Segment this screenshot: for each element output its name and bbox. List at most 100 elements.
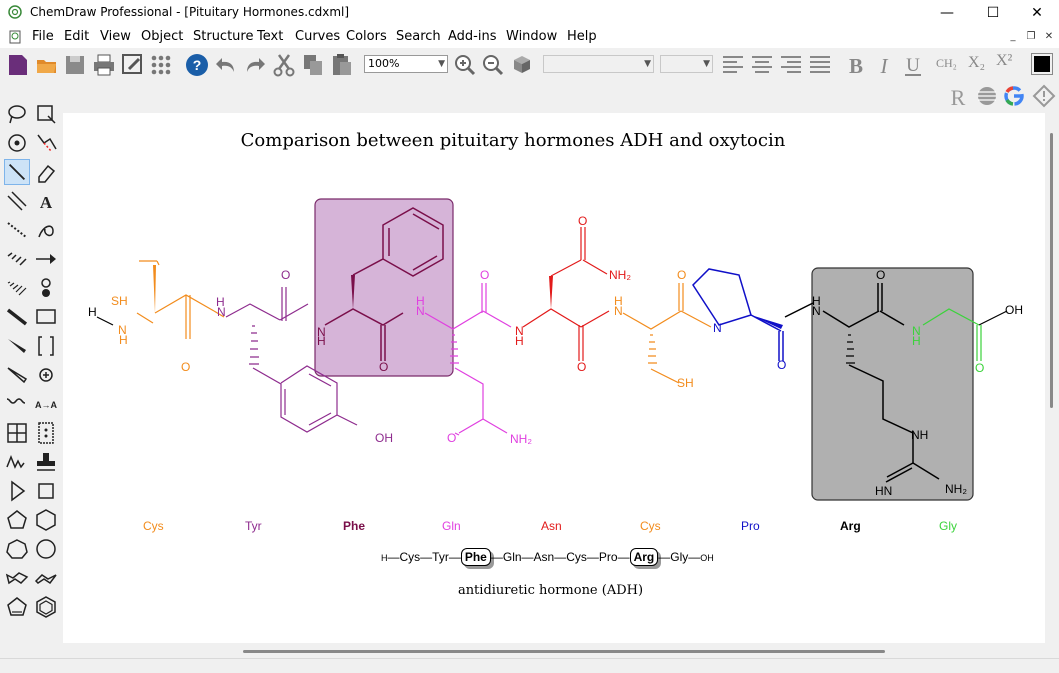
menu-view[interactable]: View [100, 29, 131, 44]
horizontal-scrollbar[interactable] [63, 643, 1045, 658]
templates-grid-icon[interactable] [148, 52, 174, 78]
bold-icon[interactable]: B [843, 52, 869, 78]
align-center-icon[interactable] [749, 52, 775, 78]
hashed-bond-icon[interactable] [4, 246, 30, 272]
eraser-icon[interactable] [33, 159, 59, 185]
heptagon-ring-icon[interactable] [4, 536, 30, 562]
arrow-tool-icon[interactable] [33, 246, 59, 272]
arg-highlight-box[interactable] [811, 267, 974, 501]
cut-icon[interactable] [271, 52, 297, 78]
cyclopentadiene-icon[interactable] [4, 594, 30, 620]
solid-bond-icon[interactable] [4, 159, 30, 185]
italic-icon[interactable]: I [871, 52, 897, 78]
pentagon-ring-icon[interactable] [4, 507, 30, 533]
pen-tool-icon[interactable] [33, 217, 59, 243]
menu-search[interactable]: Search [396, 29, 441, 44]
bold-bond-icon[interactable] [4, 304, 30, 330]
open-folder-icon[interactable] [34, 52, 60, 78]
menu-text[interactable]: Text [257, 29, 283, 44]
adh-structure[interactable]: SH H N H O H N O OH N H O H N O O NH₂ N … [63, 113, 1045, 513]
scifinder-icon[interactable] [975, 84, 999, 108]
mdi-close-button[interactable]: ✕ [1042, 30, 1056, 44]
menu-window[interactable]: Window [506, 29, 557, 44]
menu-add-ins[interactable]: Add-ins [448, 29, 496, 44]
chain-tool-icon[interactable] [33, 130, 59, 156]
sequence-line[interactable]: H—Cys—Tyr— Phe —Gln—Asn—Cys—Pro— Arg —Gly—OH [381, 548, 714, 566]
wavy-bond-icon[interactable] [4, 391, 30, 417]
font-combo[interactable]: ▼ [543, 55, 654, 73]
formula-style-button[interactable]: CH₂ [936, 56, 957, 71]
text-tool-icon[interactable]: A [33, 188, 59, 214]
menu-help[interactable]: Help [567, 29, 597, 44]
square-ring-icon[interactable] [33, 478, 59, 504]
chemical-symbols-icon[interactable] [33, 362, 59, 388]
drawing-elements-icon[interactable] [33, 304, 59, 330]
superscript-button[interactable]: X² [996, 52, 1012, 70]
save-icon[interactable] [62, 52, 88, 78]
drawing-canvas[interactable]: Comparison between pituitary hormones AD… [63, 113, 1045, 643]
structure-perspective-icon[interactable] [4, 130, 30, 156]
vertical-scrollbar[interactable] [1045, 113, 1059, 643]
edit-document-icon[interactable] [120, 52, 146, 78]
cyclohexane-chair-icon[interactable] [4, 565, 30, 591]
cys6-residue[interactable] [622, 283, 712, 384]
residue-label-cys6[interactable]: Cys [640, 519, 661, 533]
residue-label-gln[interactable]: Gln [442, 519, 461, 533]
octagon-ring-icon[interactable] [33, 536, 59, 562]
residue-label-pro[interactable]: Pro [741, 519, 760, 533]
color-swatch-button[interactable] [1031, 53, 1053, 75]
justify-icon[interactable] [807, 52, 833, 78]
benzene-ring-icon[interactable] [33, 594, 59, 620]
subscript-button[interactable]: X₂ [968, 54, 985, 72]
align-right-icon[interactable] [778, 52, 804, 78]
align-left-icon[interactable] [720, 52, 746, 78]
maximize-button[interactable]: ☐ [970, 0, 1016, 26]
spectrum-icon[interactable] [4, 449, 30, 475]
menu-object[interactable]: Object [141, 29, 183, 44]
lasso-icon[interactable] [4, 101, 30, 127]
pro-residue[interactable] [692, 268, 784, 361]
minimize-button[interactable]: — [924, 0, 970, 26]
menu-file[interactable]: File [32, 29, 54, 44]
print-icon[interactable] [91, 52, 117, 78]
mdi-restore-button[interactable]: ❐ [1024, 30, 1038, 44]
close-button[interactable]: ✕ [1014, 0, 1059, 26]
font-size-combo[interactable]: ▼ [660, 55, 713, 73]
underline-icon[interactable]: U [900, 52, 926, 78]
menu-colors[interactable]: Colors [346, 29, 387, 44]
warning-diamond-icon[interactable] [1032, 84, 1056, 108]
hashed-wedge-icon[interactable] [4, 275, 30, 301]
menu-curves[interactable]: Curves [295, 29, 340, 44]
hexagon-ring-icon[interactable] [33, 507, 59, 533]
dashed-bond-icon[interactable] [4, 217, 30, 243]
table-tool-icon[interactable] [4, 420, 30, 446]
stamp-tool-icon[interactable] [33, 449, 59, 475]
help-icon[interactable]: ? [184, 52, 210, 78]
menu-structure[interactable]: Structure [193, 29, 253, 44]
copy-icon[interactable] [300, 52, 326, 78]
horizontal-scroll-thumb[interactable] [243, 650, 885, 653]
residue-label-phe[interactable]: Phe [343, 519, 365, 533]
orbital-tool-icon[interactable] [33, 275, 59, 301]
vertical-scroll-thumb[interactable] [1050, 133, 1053, 408]
wedge-bond-icon[interactable] [4, 333, 30, 359]
redo-icon[interactable] [242, 52, 268, 78]
cys1-residue[interactable] [136, 260, 225, 339]
tlc-plate-icon[interactable] [33, 420, 59, 446]
document-icon[interactable] [8, 29, 24, 45]
residue-label-cys1[interactable]: Cys [143, 519, 164, 533]
menu-edit[interactable]: Edit [64, 29, 89, 44]
residue-label-tyr[interactable]: Tyr [245, 519, 262, 533]
atom-map-icon[interactable]: A→A [33, 391, 59, 417]
google-search-icon[interactable] [1002, 84, 1026, 108]
asn-residue[interactable] [522, 227, 610, 361]
undo-icon[interactable] [213, 52, 239, 78]
hollow-wedge-icon[interactable] [4, 362, 30, 388]
residue-label-asn[interactable]: Asn [541, 519, 562, 533]
brackets-icon[interactable] [33, 333, 59, 359]
paste-icon[interactable] [329, 52, 355, 78]
mdi-minimize-button[interactable]: _ [1006, 30, 1020, 44]
triangle-ring-icon[interactable] [4, 478, 30, 504]
zoom-combo[interactable]: 100% ▼ [364, 55, 448, 73]
rotate-3d-icon[interactable] [509, 52, 535, 78]
